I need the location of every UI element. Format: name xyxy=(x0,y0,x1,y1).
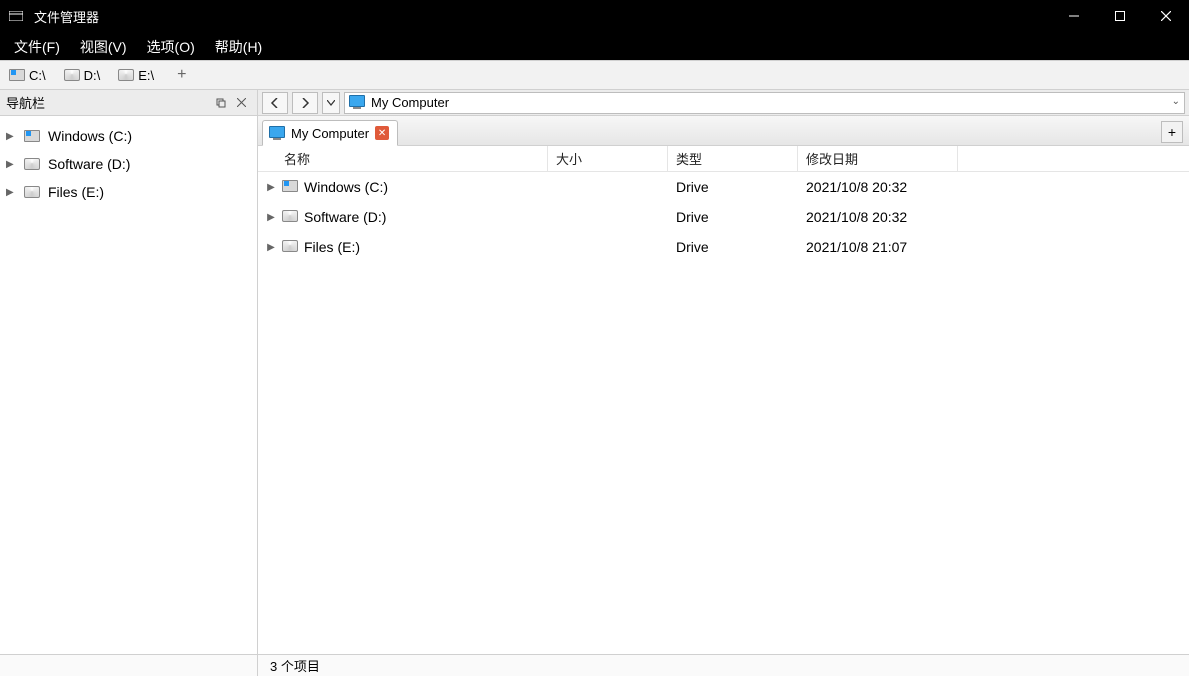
row-name: Software (D:) xyxy=(304,209,386,225)
tab-close-button[interactable]: ✕ xyxy=(375,126,389,140)
row-date: 2021/10/8 20:32 xyxy=(798,179,958,195)
drive-toolbar: C:\ D:\ E:\ + xyxy=(0,60,1189,90)
titlebar: 文件管理器 xyxy=(0,0,1189,32)
row-name: Files (E:) xyxy=(304,239,360,255)
computer-icon xyxy=(269,126,285,141)
status-bar: 3 个项目 xyxy=(0,654,1189,676)
column-header-name[interactable]: 名称 xyxy=(258,146,548,171)
column-header-size[interactable]: 大小 xyxy=(548,146,668,171)
tree-item-label: Software (D:) xyxy=(48,156,130,172)
drive-add-button[interactable]: + xyxy=(167,64,196,86)
menu-help[interactable]: 帮助(H) xyxy=(205,35,272,59)
nav-back-button[interactable] xyxy=(262,92,288,114)
tree-item-e[interactable]: ▶ Files (E:) xyxy=(2,178,255,206)
tab-strip: My Computer ✕ + xyxy=(258,116,1189,146)
address-bar[interactable]: My Computer ⌄ xyxy=(344,92,1185,114)
chevron-right-icon: ▶ xyxy=(266,212,276,223)
nav-history-dropdown[interactable] xyxy=(322,92,340,114)
list-header: 名称 大小 类型 修改日期 xyxy=(258,146,1189,172)
address-dropdown-icon[interactable]: ⌄ xyxy=(1172,96,1180,107)
list-item[interactable]: ▶ Windows (C:) Drive 2021/10/8 20:32 xyxy=(258,172,1189,202)
row-type: Drive xyxy=(668,209,798,225)
drive-c-icon xyxy=(282,179,298,195)
row-type: Drive xyxy=(668,239,798,255)
app-icon xyxy=(4,11,28,21)
menu-view[interactable]: 视图(V) xyxy=(70,35,137,59)
menu-file[interactable]: 文件(F) xyxy=(4,35,70,59)
tab-my-computer[interactable]: My Computer ✕ xyxy=(262,120,398,146)
row-date: 2021/10/8 20:32 xyxy=(798,209,958,225)
status-message: 3 个项目 xyxy=(258,656,320,675)
drive-button-e[interactable]: E:\ xyxy=(113,65,165,86)
column-header-type[interactable]: 类型 xyxy=(668,146,798,171)
menu-options[interactable]: 选项(O) xyxy=(137,35,205,59)
sidebar-header: 导航栏 xyxy=(0,90,257,116)
drive-icon xyxy=(64,69,80,81)
chevron-right-icon: ▶ xyxy=(6,187,18,198)
sidebar-title: 导航栏 xyxy=(6,93,45,112)
chevron-right-icon: ▶ xyxy=(266,242,276,253)
file-list: ▶ Windows (C:) Drive 2021/10/8 20:32 ▶ S… xyxy=(258,172,1189,654)
sidebar-close-button[interactable] xyxy=(231,93,251,113)
column-header-date[interactable]: 修改日期 xyxy=(798,146,958,171)
drive-icon xyxy=(118,69,134,81)
nav-row: My Computer ⌄ xyxy=(258,90,1189,116)
nav-forward-button[interactable] xyxy=(292,92,318,114)
maximize-button[interactable] xyxy=(1097,0,1143,32)
drive-icon xyxy=(24,186,42,198)
list-item[interactable]: ▶ Files (E:) Drive 2021/10/8 21:07 xyxy=(258,232,1189,262)
drive-icon xyxy=(282,209,298,225)
close-button[interactable] xyxy=(1143,0,1189,32)
minimize-button[interactable] xyxy=(1051,0,1097,32)
main-area: 导航栏 ▶ Windows (C:) ▶ Software (D:) ▶ xyxy=(0,90,1189,654)
list-item[interactable]: ▶ Software (D:) Drive 2021/10/8 20:32 xyxy=(258,202,1189,232)
tree-item-d[interactable]: ▶ Software (D:) xyxy=(2,150,255,178)
chevron-right-icon: ▶ xyxy=(266,182,276,193)
sidebar-float-button[interactable] xyxy=(211,93,231,113)
tree-item-c[interactable]: ▶ Windows (C:) xyxy=(2,122,255,150)
drive-c-label: C:\ xyxy=(29,68,46,83)
drive-c-icon xyxy=(9,69,25,81)
menubar: 文件(F) 视图(V) 选项(O) 帮助(H) xyxy=(0,32,1189,60)
drive-d-label: D:\ xyxy=(84,68,101,83)
row-type: Drive xyxy=(668,179,798,195)
tab-add-button[interactable]: + xyxy=(1161,121,1183,143)
window-title: 文件管理器 xyxy=(34,7,99,26)
row-name: Windows (C:) xyxy=(304,179,388,195)
address-path: My Computer xyxy=(371,95,449,110)
drive-button-d[interactable]: D:\ xyxy=(59,65,112,86)
drive-button-c[interactable]: C:\ xyxy=(4,65,57,86)
computer-icon xyxy=(349,95,365,110)
drive-e-label: E:\ xyxy=(138,68,154,83)
tab-label: My Computer xyxy=(291,126,369,141)
row-date: 2021/10/8 21:07 xyxy=(798,239,958,255)
tree-item-label: Windows (C:) xyxy=(48,128,132,144)
tree-item-label: Files (E:) xyxy=(48,184,104,200)
nav-tree: ▶ Windows (C:) ▶ Software (D:) ▶ Files (… xyxy=(0,116,257,212)
chevron-right-icon: ▶ xyxy=(6,131,18,142)
drive-icon xyxy=(24,158,42,170)
drive-icon xyxy=(282,239,298,255)
content-area: My Computer ⌄ My Computer ✕ + 名称 大小 类型 修… xyxy=(258,90,1189,654)
drive-c-icon xyxy=(24,130,42,142)
sidebar: 导航栏 ▶ Windows (C:) ▶ Software (D:) ▶ xyxy=(0,90,258,654)
chevron-right-icon: ▶ xyxy=(6,159,18,170)
